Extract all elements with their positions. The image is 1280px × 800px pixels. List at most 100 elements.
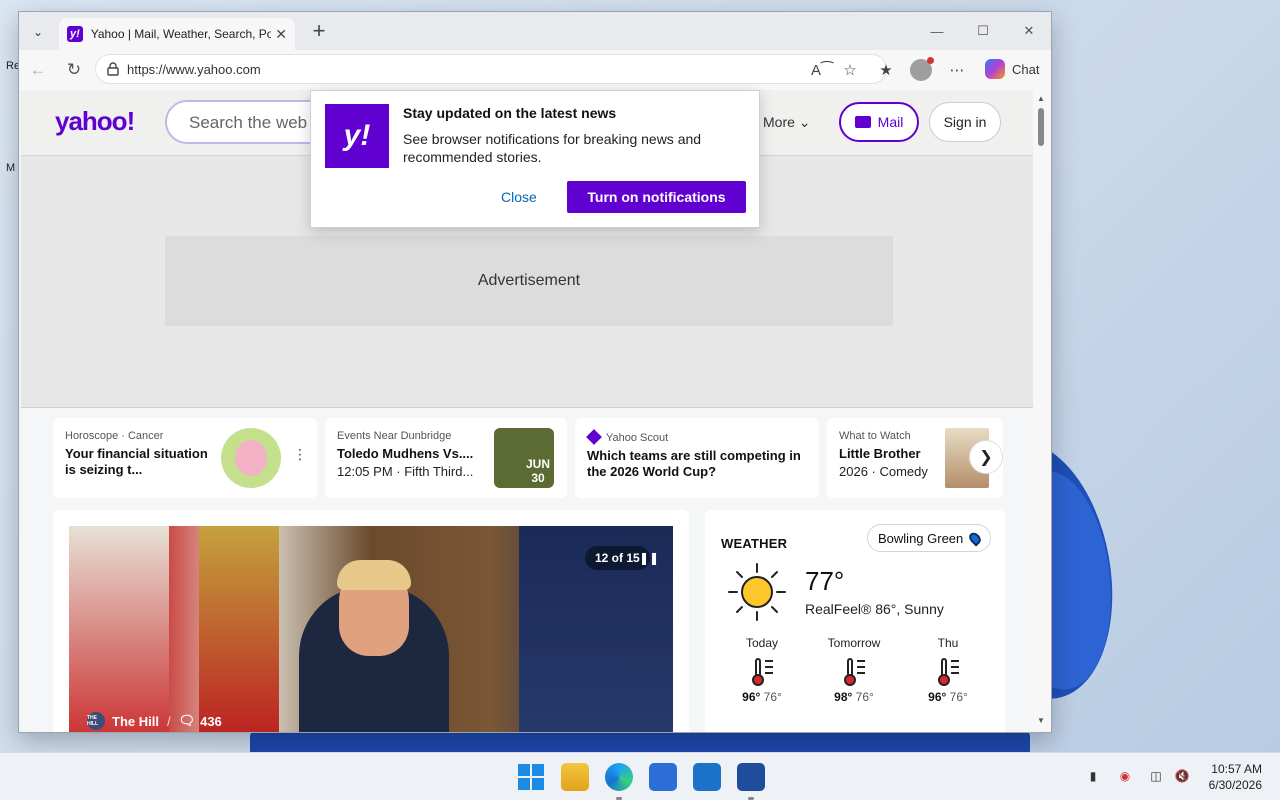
mail-icon (854, 116, 871, 128)
forecast-tomorrow[interactable]: Tomorrow 98° 76° (819, 636, 889, 704)
thermometer-icon (839, 656, 869, 686)
sign-in-button[interactable]: Sign in (929, 102, 1001, 142)
card-sub: 2026 · Comedy (839, 464, 928, 479)
more-icon[interactable]: ⋯ (946, 59, 968, 81)
pause-icon[interactable]: ❚❚ (637, 546, 661, 570)
carousel-next-button[interactable]: ❯ (969, 440, 1003, 474)
minimize-icon[interactable]: — (914, 18, 960, 44)
new-tab-button[interactable]: + (307, 20, 331, 44)
realfeel: RealFeel® 86°, Sunny (805, 601, 944, 617)
copilot-label: Chat (1012, 61, 1040, 77)
security-icon[interactable]: ◉ (1117, 769, 1133, 785)
start-icon[interactable] (517, 763, 545, 791)
notification-title: Stay updated on the latest news (403, 105, 617, 121)
forecast-high: 98° (834, 690, 853, 704)
close-icon[interactable]: ✕ (1006, 18, 1051, 44)
forecast-high: 96° (742, 690, 761, 704)
forecast-temps: 96° 76° (913, 690, 983, 704)
person-hair-shape (337, 560, 411, 590)
horoscope-thumbnail (221, 428, 281, 488)
outlook-icon[interactable] (693, 763, 721, 791)
usb-icon[interactable]: ▮ (1085, 769, 1101, 785)
store-icon[interactable] (649, 763, 677, 791)
turn-on-notifications-button[interactable]: Turn on notifications (567, 181, 746, 213)
profile-icon[interactable] (910, 57, 934, 81)
news-source[interactable]: The Hill (112, 714, 159, 729)
forecast-temps: 96° 76° (727, 690, 797, 704)
card-title: Your financial situation is seizing t... (65, 446, 208, 477)
search-placeholder: Search the web (189, 113, 308, 132)
tab-actions-icon[interactable]: ⌄ (27, 21, 49, 43)
forecast-day: Tomorrow (827, 636, 881, 650)
powershell-icon[interactable] (737, 763, 765, 791)
file-explorer-icon[interactable] (561, 763, 589, 791)
lock-icon[interactable] (106, 62, 120, 76)
taskbar: ▮ ◉ ◫ 🔇 10:57 AM 6/30/2026 (0, 752, 1280, 800)
comment-icon[interactable]: 🗨 (179, 713, 196, 729)
yahoo-favicon-icon: y! (67, 26, 83, 42)
news-image[interactable]: 12 of 15 ❚❚ THE HILL The Hill / 🗨 436 (69, 526, 673, 732)
read-aloud-icon[interactable]: A⁀ (811, 60, 833, 80)
notification-prompt: y! Stay updated on the latest news See b… (310, 90, 760, 228)
clock-time: 10:57 AM (1211, 762, 1262, 776)
card-events[interactable]: Events Near Dunbridge Toledo Mudhens Vs.… (325, 418, 567, 498)
forecast-thu[interactable]: Thu 96° 76° (913, 636, 983, 704)
forecast-low: 76° (949, 690, 968, 704)
edge-icon[interactable] (605, 763, 633, 791)
url-text[interactable]: https://www.yahoo.com (127, 62, 261, 77)
copilot-icon (985, 59, 1005, 79)
more-menu[interactable]: More ⌄ (763, 114, 811, 131)
notification-body: See browser notifications for breaking n… (403, 131, 702, 165)
volume-muted-icon[interactable]: 🔇 (1174, 769, 1190, 785)
tab-close-icon[interactable]: ✕ (275, 26, 287, 43)
forecast-temps: 98° 76° (819, 690, 889, 704)
favorites-icon[interactable]: ★ (875, 59, 897, 81)
news-hero[interactable]: 12 of 15 ❚❚ THE HILL The Hill / 🗨 436 (53, 510, 689, 732)
mail-button[interactable]: Mail (839, 102, 919, 142)
close-button[interactable]: Close (501, 189, 537, 205)
card-sub: 12:05 PM · Fifth Third... (337, 464, 474, 479)
card-scout[interactable]: Yahoo Scout Which teams are still compet… (575, 418, 819, 498)
card-kicker: Yahoo Scout (586, 429, 669, 445)
scrollbar-thumb[interactable] (1038, 108, 1044, 146)
location-button[interactable]: Bowling Green (867, 524, 992, 552)
event-month: JUN (525, 457, 550, 471)
desktop-icon-label[interactable]: M (6, 162, 15, 174)
card-kicker: What to Watch (839, 430, 911, 442)
forecast-today[interactable]: Today 96° 76° (727, 636, 797, 704)
clock[interactable]: 10:57 AM 6/30/2026 (1196, 761, 1262, 793)
advertisement[interactable]: Advertisement (165, 236, 893, 326)
network-icon[interactable]: ◫ (1148, 769, 1164, 785)
card-title: Which teams are still competing in the 2… (587, 448, 801, 479)
current-temp: 77° (805, 566, 845, 596)
thermometer-icon (747, 656, 777, 686)
clock-date: 6/30/2026 (1208, 778, 1262, 792)
maximize-icon[interactable]: ☐ (960, 18, 1006, 44)
back-icon[interactable]: ← (27, 59, 49, 81)
tab-title: Yahoo | Mail, Weather, Search, Politics (90, 27, 272, 41)
copilot-chat-button[interactable]: Chat (981, 55, 1045, 83)
page-scrollbar[interactable]: ▲ ▼ (1033, 90, 1051, 732)
mail-label: Mail (877, 114, 904, 130)
chevron-down-icon: ⌄ (798, 114, 811, 130)
scroll-down-icon[interactable]: ▼ (1037, 716, 1045, 725)
address-bar[interactable]: https://www.yahoo.com A⁀ ☆ (95, 54, 887, 84)
the-hill-logo: THE HILL (87, 712, 105, 730)
yahoo-logo-icon: y! (325, 104, 389, 168)
weather-widget: WEATHER Bowling Green 77° RealFeel® 86°,… (705, 510, 1005, 732)
scroll-up-icon[interactable]: ▲ (1037, 94, 1045, 103)
comment-count[interactable]: 436 (200, 714, 222, 729)
card-kicker-text: Yahoo Scout (606, 432, 669, 444)
news-source-row: THE HILL The Hill / 🗨 436 (87, 712, 222, 730)
yahoo-logo[interactable]: yahoo! (55, 106, 135, 137)
card-kicker: Events Near Dunbridge (337, 430, 452, 442)
favorite-star-icon[interactable]: ☆ (840, 60, 860, 80)
kebab-menu-icon[interactable]: ⋮ (293, 446, 307, 463)
refresh-icon[interactable]: ↻ (63, 59, 85, 81)
card-horoscope[interactable]: Horoscope · Cancer Your financial situat… (53, 418, 317, 498)
yahoo-scout-icon (586, 429, 602, 445)
forecast-day: Thu (937, 636, 959, 650)
forecast-high: 96° (928, 690, 947, 704)
tab-yahoo[interactable]: y! Yahoo | Mail, Weather, Search, Politi… (59, 18, 295, 50)
flag-shape (199, 526, 279, 732)
